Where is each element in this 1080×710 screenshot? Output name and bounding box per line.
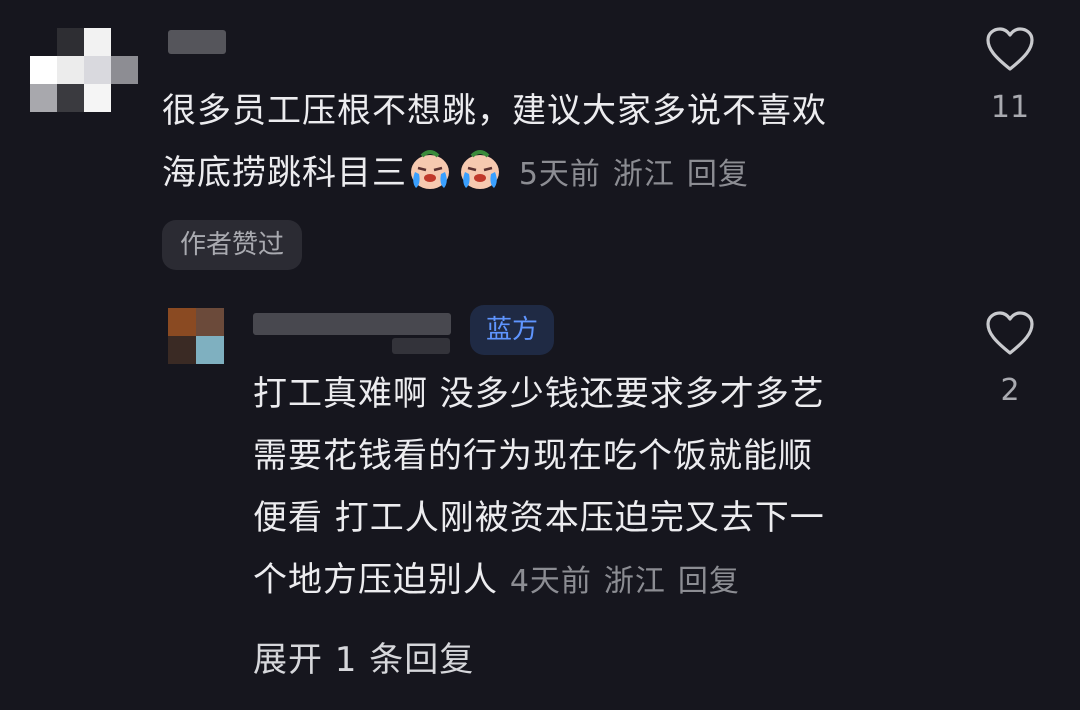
comment-meta: 5天前 浙江 回复 xyxy=(519,157,761,192)
heart-icon xyxy=(986,27,1034,71)
reply-like-count: 2 xyxy=(1000,373,1020,408)
comment-line-2-text: 海底捞跳科目三 xyxy=(162,153,407,193)
reply-location: 浙江 xyxy=(603,564,666,599)
reply-line-2: 需要花钱看的行为现在吃个饭就能顺 xyxy=(253,436,813,476)
reply-username-redacted[interactable] xyxy=(253,313,451,335)
avatar[interactable] xyxy=(30,28,138,112)
author-liked-badge: 作者赞过 xyxy=(162,220,303,270)
reply-time: 4天前 xyxy=(509,564,592,599)
comment-like-count: 11 xyxy=(990,90,1030,125)
reply-username-redacted-2 xyxy=(392,338,450,354)
reply-text: 打工真难啊 没多少钱还要求多才多艺 需要花钱看的行为现在吃个饭就能顺 便看 打工… xyxy=(253,363,825,613)
comment-time: 5天前 xyxy=(518,157,601,192)
comment-line-1: 很多员工压根不想跳，建议大家多说不喜欢 xyxy=(162,91,827,131)
reply-meta: 4天前 浙江 回复 xyxy=(510,564,752,599)
reply-line-4-text: 个地方压迫别人 xyxy=(253,560,498,600)
reply-avatar[interactable] xyxy=(168,308,224,364)
comment-reply-button[interactable]: 回复 xyxy=(687,157,749,192)
comment-like-button[interactable] xyxy=(985,26,1035,76)
reply-tag-badge: 蓝方 xyxy=(470,305,555,355)
reply-like-button[interactable] xyxy=(985,310,1035,360)
reply-line-1: 打工真难啊 没多少钱还要求多才多艺 xyxy=(253,374,825,414)
reply-line-4: 个地方压迫别人 4天前 浙江 回复 xyxy=(253,549,825,613)
reply-line-3: 便看 打工人刚被资本压迫完又去下一 xyxy=(253,498,825,538)
heart-icon xyxy=(986,311,1034,355)
expand-replies-button[interactable]: 展开 1 条回复 xyxy=(253,632,474,681)
crying-face-emoji-icon xyxy=(407,150,457,193)
comment-text: 很多员工压根不想跳，建议大家多说不喜欢 海底捞跳科目三 5天前 浙江 回复 xyxy=(162,80,827,206)
username-redacted[interactable] xyxy=(168,30,226,54)
reply-reply-button[interactable]: 回复 xyxy=(678,564,740,599)
comment-location: 浙江 xyxy=(612,157,675,192)
comment-line-2: 海底捞跳科目三 5天前 浙江 回复 xyxy=(162,142,827,206)
crying-face-emoji-icon xyxy=(457,150,507,193)
